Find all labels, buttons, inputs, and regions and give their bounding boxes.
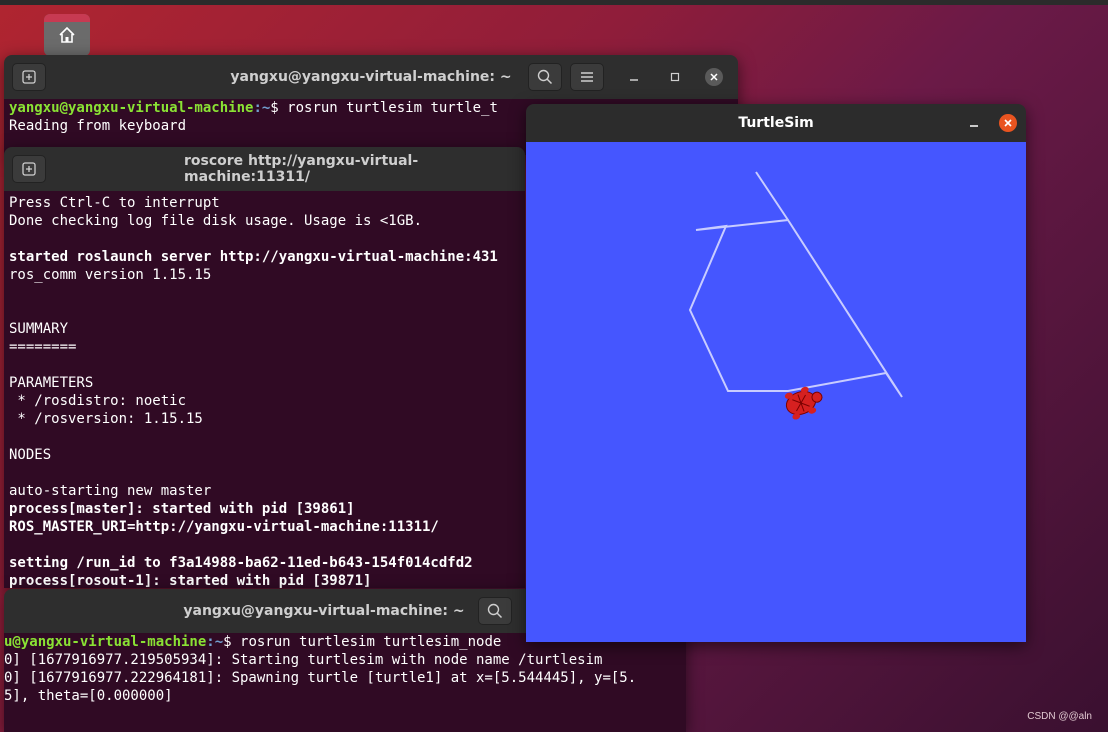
new-tab-button[interactable] — [12, 63, 46, 91]
output-line: Press Ctrl-C to interrupt — [9, 195, 220, 211]
prompt-path: :~ — [253, 100, 271, 116]
command-text: $ rosrun turtlesim turtle_t — [270, 100, 498, 116]
watermark: CSDN @@aln — [1027, 711, 1092, 722]
search-icon — [487, 603, 503, 619]
output-line: Done checking log file disk usage. Usage… — [9, 213, 423, 229]
turtlesim-titlebar[interactable]: TurtleSim — [526, 104, 1026, 142]
close-icon — [1004, 119, 1012, 127]
window-title: roscore http://yangxu-virtual-machine:11… — [184, 153, 419, 185]
turtle-icon — [784, 386, 823, 420]
home-folder-icon[interactable] — [44, 14, 90, 56]
close-icon — [710, 73, 718, 81]
search-button[interactable] — [528, 63, 562, 91]
output-line: * /rosversion: 1.15.15 — [9, 411, 203, 427]
maximize-button[interactable] — [666, 68, 684, 86]
output-line: setting /run_id to f3a14988-ba62-11ed-b6… — [9, 555, 473, 571]
output-line: 0] [1677916977.219505934]: Starting turt… — [4, 652, 603, 668]
output-line: NODES — [9, 447, 52, 463]
terminal-output[interactable]: u@yangxu-virtual-machine:~$ rosrun turtl… — [4, 633, 686, 732]
minimize-icon — [630, 79, 638, 81]
terminal-titlebar[interactable]: yangxu@yangxu-virtual-machine: ~ — [4, 55, 738, 99]
turtle-trail — [688, 171, 903, 398]
output-line: ======== — [9, 339, 77, 355]
turtle-path-drawing — [688, 171, 903, 420]
search-icon — [537, 69, 553, 85]
window-title: TurtleSim — [738, 115, 814, 131]
turtlesim-canvas[interactable] — [526, 142, 1026, 642]
command-text: $ rosrun turtlesim turtlesim_node — [223, 634, 502, 650]
minimize-button[interactable] — [625, 68, 643, 86]
terminal-titlebar[interactable]: roscore http://yangxu-virtual-machine:11… — [4, 147, 525, 191]
output-line: ros_comm version 1.15.15 — [9, 267, 212, 283]
output-line: started roslaunch server http://yangxu-v… — [9, 249, 498, 265]
output-line: process[master]: started with pid [39861… — [9, 501, 355, 517]
prompt-path: :~ — [206, 634, 224, 650]
menu-button[interactable] — [570, 63, 604, 91]
turtlesim-window[interactable]: TurtleSim — [526, 104, 1026, 642]
new-tab-button[interactable] — [12, 155, 46, 183]
output-line: 5], theta=[0.000000] — [4, 688, 173, 704]
maximize-icon — [670, 72, 680, 82]
hamburger-icon — [581, 72, 593, 82]
new-tab-icon — [22, 162, 36, 176]
output-line: 0] [1677916977.222964181]: Spawning turt… — [4, 670, 637, 686]
output-line: ROS_MASTER_URI=http://yangxu-virtual-mac… — [9, 519, 439, 535]
minimize-icon — [970, 125, 978, 127]
output-line: PARAMETERS — [9, 375, 94, 391]
close-button[interactable] — [999, 114, 1017, 132]
search-button[interactable] — [478, 597, 512, 625]
close-button[interactable] — [705, 68, 723, 86]
output-line: * /rosdistro: noetic — [9, 393, 187, 409]
terminal-output[interactable]: Press Ctrl-C to interrupt Done checking l… — [4, 191, 525, 588]
top-panel — [0, 0, 1108, 5]
output-line: process[rosout-1]: started with pid [398… — [9, 573, 372, 588]
prompt-user: yangxu@yangxu-virtual-machine — [9, 100, 254, 116]
house-icon — [59, 26, 75, 43]
output-line: auto-starting new master — [9, 483, 212, 499]
new-tab-icon — [22, 70, 36, 84]
output-line: SUMMARY — [9, 321, 69, 337]
terminal-window-roscore[interactable]: roscore http://yangxu-virtual-machine:11… — [4, 147, 525, 588]
minimize-button[interactable] — [965, 114, 983, 132]
prompt-user: u@yangxu-virtual-machine — [4, 634, 207, 650]
